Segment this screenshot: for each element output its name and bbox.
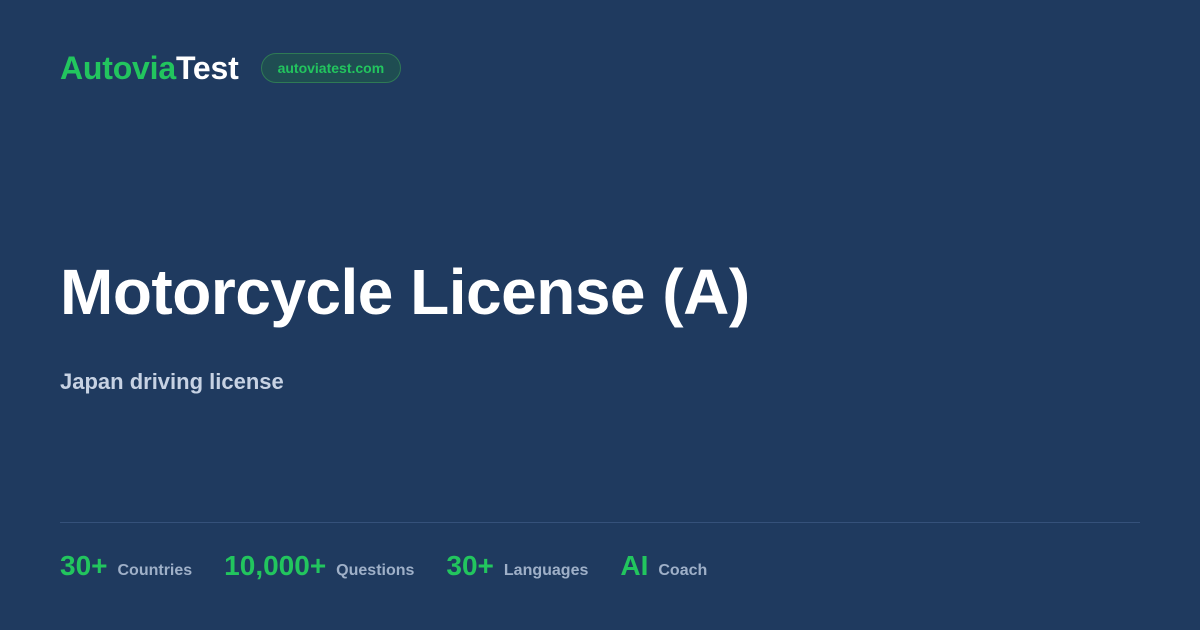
stat-languages: 30+ Languages [446, 546, 588, 586]
brand-name-part2: Test [175, 50, 239, 86]
stat-value: AI [620, 550, 649, 581]
stats-row: 30+ Countries 10,000+ Questions 30+ Lang… [60, 546, 739, 586]
brand-logo[interactable]: AutoviaTest [60, 48, 239, 88]
stat-ai-coach: AI Coach [620, 546, 707, 586]
stat-value: 30+ [446, 550, 494, 581]
page-subtitle: Japan driving license [60, 369, 284, 394]
header: AutoviaTest autoviatest.com [60, 48, 402, 88]
stat-label: Countries [117, 562, 193, 579]
stat-label: Questions [336, 562, 415, 579]
stat-value: 10,000+ [224, 550, 327, 581]
url-badge[interactable]: autoviatest.com [260, 53, 402, 83]
stat-label: Coach [658, 562, 708, 579]
stat-label: Languages [503, 562, 589, 579]
stat-value: 30+ [60, 550, 108, 581]
brand-name-part1: Autovia [60, 50, 176, 86]
page-title: Motorcycle License (A) [60, 256, 750, 328]
stat-questions: 10,000+ Questions [224, 546, 414, 586]
stat-countries: 30+ Countries [60, 546, 192, 586]
divider [60, 522, 1140, 523]
